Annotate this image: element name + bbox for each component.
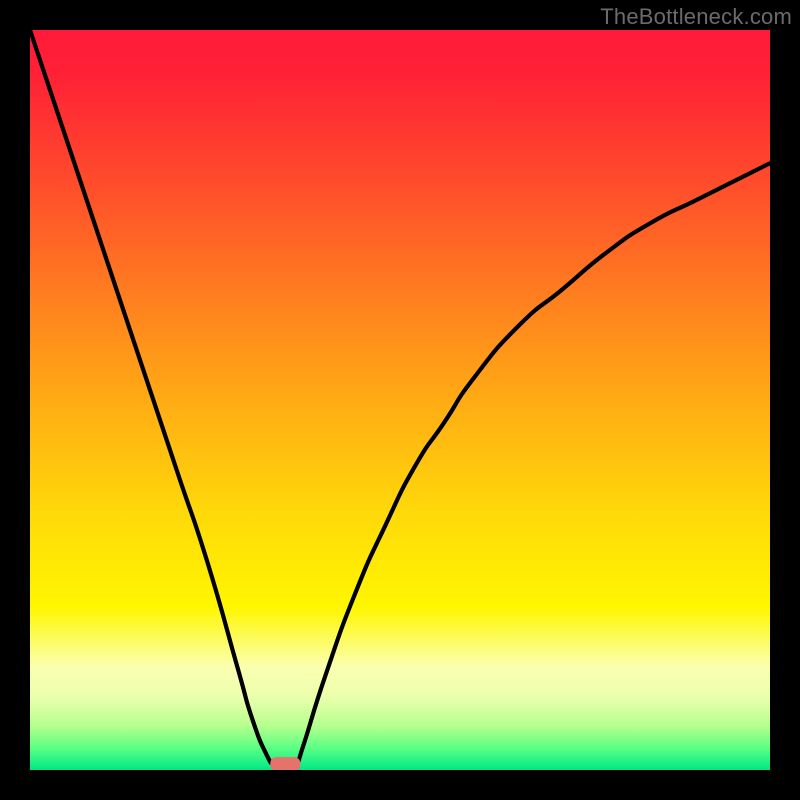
plot-area — [30, 30, 770, 770]
watermark-text: TheBottleneck.com — [600, 4, 792, 30]
min-marker — [30, 30, 770, 770]
chart-frame: TheBottleneck.com — [0, 0, 800, 800]
